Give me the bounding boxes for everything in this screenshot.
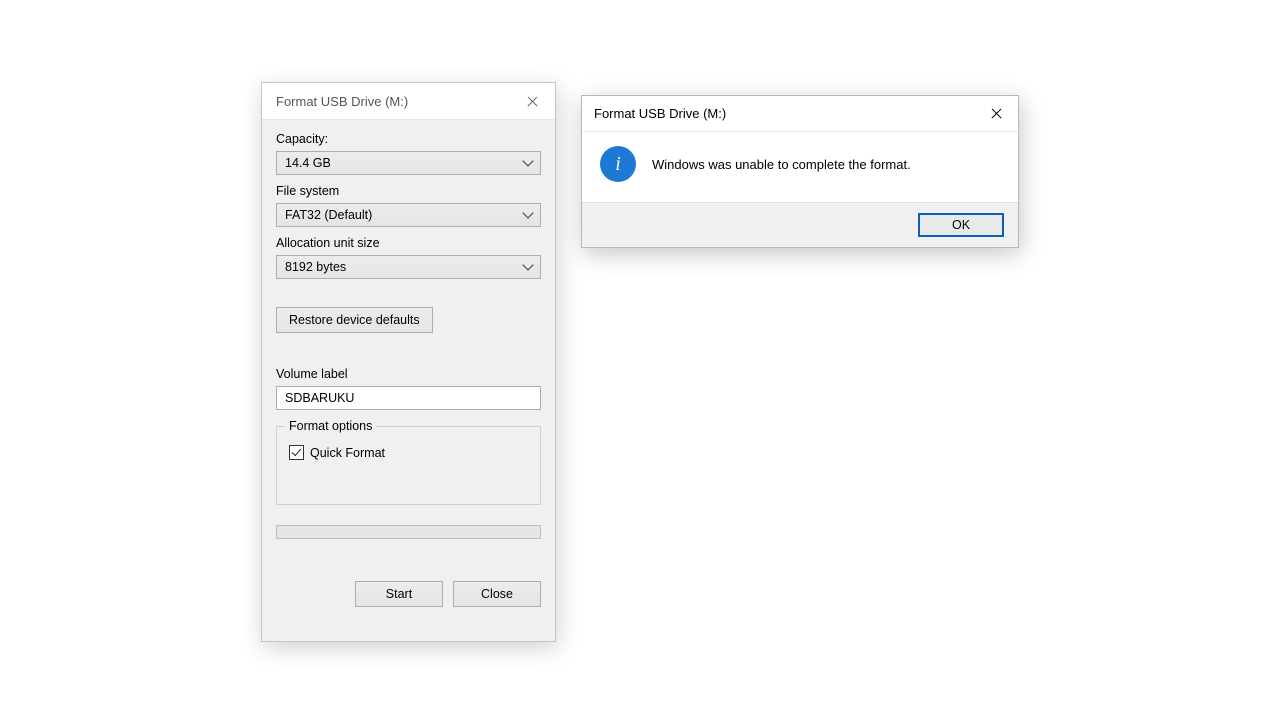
error-footer: OK — [582, 202, 1018, 247]
error-dialog: Format USB Drive (M:) i Windows was unab… — [581, 95, 1019, 248]
close-icon — [990, 107, 1003, 120]
volume-label-input[interactable] — [276, 386, 541, 410]
ok-button[interactable]: OK — [918, 213, 1004, 237]
error-titlebar: Format USB Drive (M:) — [582, 96, 1018, 132]
capacity-label: Capacity: — [276, 132, 541, 146]
restore-defaults-label: Restore device defaults — [289, 313, 420, 327]
volume-label-label: Volume label — [276, 367, 541, 381]
quick-format-label: Quick Format — [310, 446, 385, 460]
quick-format-checkbox[interactable] — [289, 445, 304, 460]
restore-defaults-button[interactable]: Restore device defaults — [276, 307, 433, 333]
error-close-button[interactable] — [974, 96, 1018, 131]
close-button-bottom[interactable]: Close — [453, 581, 541, 607]
quick-format-row[interactable]: Quick Format — [289, 445, 528, 460]
info-icon: i — [600, 146, 636, 182]
format-bottom-row: Start Close — [355, 581, 541, 607]
chevron-down-icon — [524, 264, 532, 272]
close-button-label: Close — [481, 587, 513, 601]
format-options-legend: Format options — [285, 419, 376, 433]
error-body: i Windows was unable to complete the for… — [582, 132, 1018, 202]
chevron-down-icon — [524, 212, 532, 220]
format-titlebar: Format USB Drive (M:) — [262, 83, 555, 120]
allocation-value: 8192 bytes — [285, 260, 346, 274]
allocation-label: Allocation unit size — [276, 236, 541, 250]
close-icon — [526, 95, 539, 108]
capacity-value: 14.4 GB — [285, 156, 331, 170]
format-dialog: Format USB Drive (M:) Capacity: 14.4 GB … — [261, 82, 556, 642]
format-body: Capacity: 14.4 GB File system FAT32 (Def… — [262, 120, 555, 553]
capacity-dropdown[interactable]: 14.4 GB — [276, 151, 541, 175]
error-title: Format USB Drive (M:) — [594, 106, 974, 121]
start-button-label: Start — [386, 587, 412, 601]
filesystem-dropdown[interactable]: FAT32 (Default) — [276, 203, 541, 227]
error-message: Windows was unable to complete the forma… — [652, 157, 911, 172]
ok-button-label: OK — [952, 218, 970, 232]
filesystem-label: File system — [276, 184, 541, 198]
filesystem-value: FAT32 (Default) — [285, 208, 372, 222]
allocation-dropdown[interactable]: 8192 bytes — [276, 255, 541, 279]
chevron-down-icon — [524, 160, 532, 168]
format-options-group: Format options Quick Format — [276, 426, 541, 505]
close-button[interactable] — [510, 83, 555, 119]
format-title: Format USB Drive (M:) — [276, 94, 510, 109]
start-button[interactable]: Start — [355, 581, 443, 607]
format-progress-bar — [276, 525, 541, 539]
